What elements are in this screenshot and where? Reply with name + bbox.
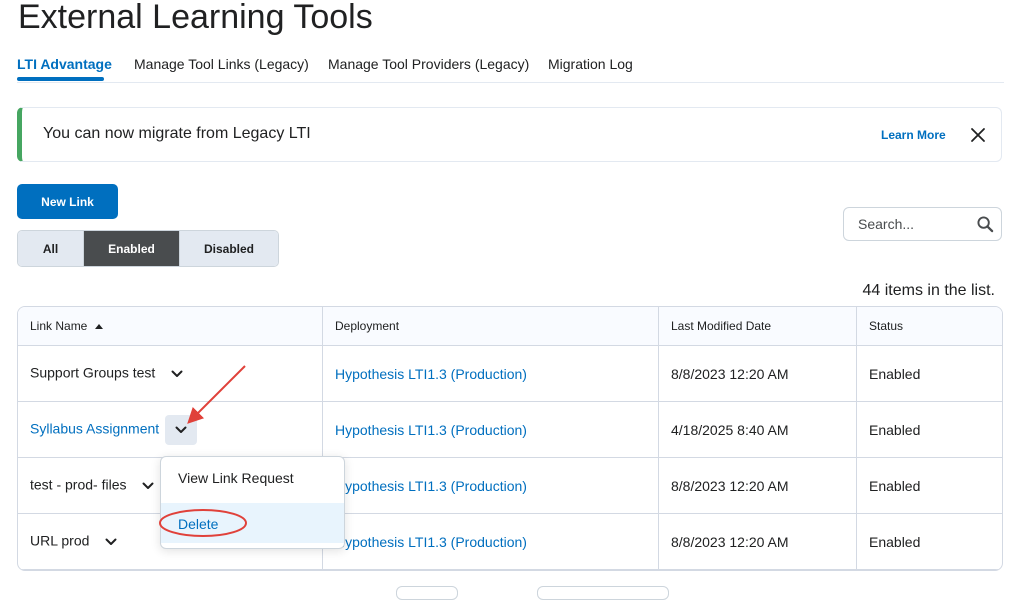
chevron-down-icon[interactable]	[165, 414, 198, 445]
chevron-down-icon[interactable]	[136, 474, 160, 498]
pagination-control[interactable]	[396, 586, 458, 600]
link-name: URL prod	[30, 532, 90, 549]
sort-ascending-icon	[95, 324, 104, 330]
new-link-button[interactable]: New Link	[17, 184, 118, 219]
search-icon[interactable]	[977, 216, 994, 233]
status-cell: Enabled	[857, 346, 1002, 402]
page-title: External Learning Tools	[18, 0, 373, 36]
page-size-control[interactable]	[537, 586, 669, 600]
tab-migration-log[interactable]: Migration Log	[548, 56, 633, 72]
modified-date-cell: 8/8/2023 12:20 AM	[659, 346, 857, 402]
alert-message: You can now migrate from Legacy LTI	[43, 125, 311, 142]
modified-date-cell: 4/18/2025 8:40 AM	[659, 402, 857, 458]
deployment-link[interactable]: Hypothesis LTI1.3 (Production)	[335, 534, 527, 550]
filter-all-button[interactable]: All	[18, 231, 84, 266]
close-icon[interactable]	[968, 125, 988, 145]
row-context-menu: View Link Request Delete	[160, 456, 345, 549]
chevron-down-icon[interactable]	[165, 362, 189, 386]
deployment-cell: Hypothesis LTI1.3 (Production)	[323, 458, 659, 514]
modified-date-cell: 8/8/2023 12:20 AM	[659, 514, 857, 570]
active-tab-indicator	[17, 77, 104, 81]
menu-item-label: Delete	[178, 516, 219, 532]
search-input[interactable]	[856, 215, 970, 233]
header-label: Link Name	[30, 319, 88, 333]
header-link-name[interactable]: Link Name	[18, 307, 323, 346]
tab-manage-tool-providers[interactable]: Manage Tool Providers (Legacy)	[328, 56, 529, 72]
deployment-link[interactable]: Hypothesis LTI1.3 (Production)	[335, 366, 527, 382]
migration-alert: You can now migrate from Legacy LTI Lear…	[17, 107, 1002, 162]
menu-item-view-link-request[interactable]: View Link Request	[161, 457, 344, 501]
tab-bar: LTI Advantage Manage Tool Links (Legacy)…	[17, 46, 1004, 83]
menu-item-delete[interactable]: Delete	[161, 503, 344, 543]
filter-disabled-button[interactable]: Disabled	[180, 231, 278, 266]
chevron-down-icon[interactable]	[99, 530, 123, 554]
link-name[interactable]: Syllabus Assignment	[30, 420, 159, 436]
header-status: Status	[857, 307, 1002, 346]
link-name-cell: Support Groups test	[18, 346, 323, 402]
header-last-modified: Last Modified Date	[659, 307, 857, 346]
table-row: Syllabus Assignment Hypothesis LTI1.3 (P…	[18, 402, 1002, 458]
items-count: 44 items in the list.	[862, 282, 996, 299]
deployment-cell: Hypothesis LTI1.3 (Production)	[323, 346, 659, 402]
learn-more-link[interactable]: Learn More	[881, 128, 946, 142]
filter-enabled-button[interactable]: Enabled	[84, 231, 180, 266]
deployment-link[interactable]: Hypothesis LTI1.3 (Production)	[335, 478, 527, 494]
table-header-row: Link Name Deployment Last Modified Date …	[18, 307, 1002, 346]
menu-item-label: View Link Request	[178, 470, 294, 486]
status-cell: Enabled	[857, 458, 1002, 514]
link-name-cell: Syllabus Assignment	[18, 402, 323, 458]
tab-lti-advantage[interactable]: LTI Advantage	[17, 56, 112, 72]
link-name: Support Groups test	[30, 364, 156, 381]
deployment-cell: Hypothesis LTI1.3 (Production)	[323, 514, 659, 570]
link-name: test - prod- files	[30, 476, 127, 493]
status-cell: Enabled	[857, 514, 1002, 570]
status-filter-group: All Enabled Disabled	[17, 230, 279, 267]
status-cell: Enabled	[857, 402, 1002, 458]
search-box	[843, 207, 1002, 241]
modified-date-cell: 8/8/2023 12:20 AM	[659, 458, 857, 514]
header-deployment: Deployment	[323, 307, 659, 346]
deployment-link[interactable]: Hypothesis LTI1.3 (Production)	[335, 422, 527, 438]
tab-manage-tool-links[interactable]: Manage Tool Links (Legacy)	[134, 56, 309, 72]
table-row: Support Groups test Hypothesis LTI1.3 (P…	[18, 346, 1002, 402]
deployment-cell: Hypothesis LTI1.3 (Production)	[323, 402, 659, 458]
